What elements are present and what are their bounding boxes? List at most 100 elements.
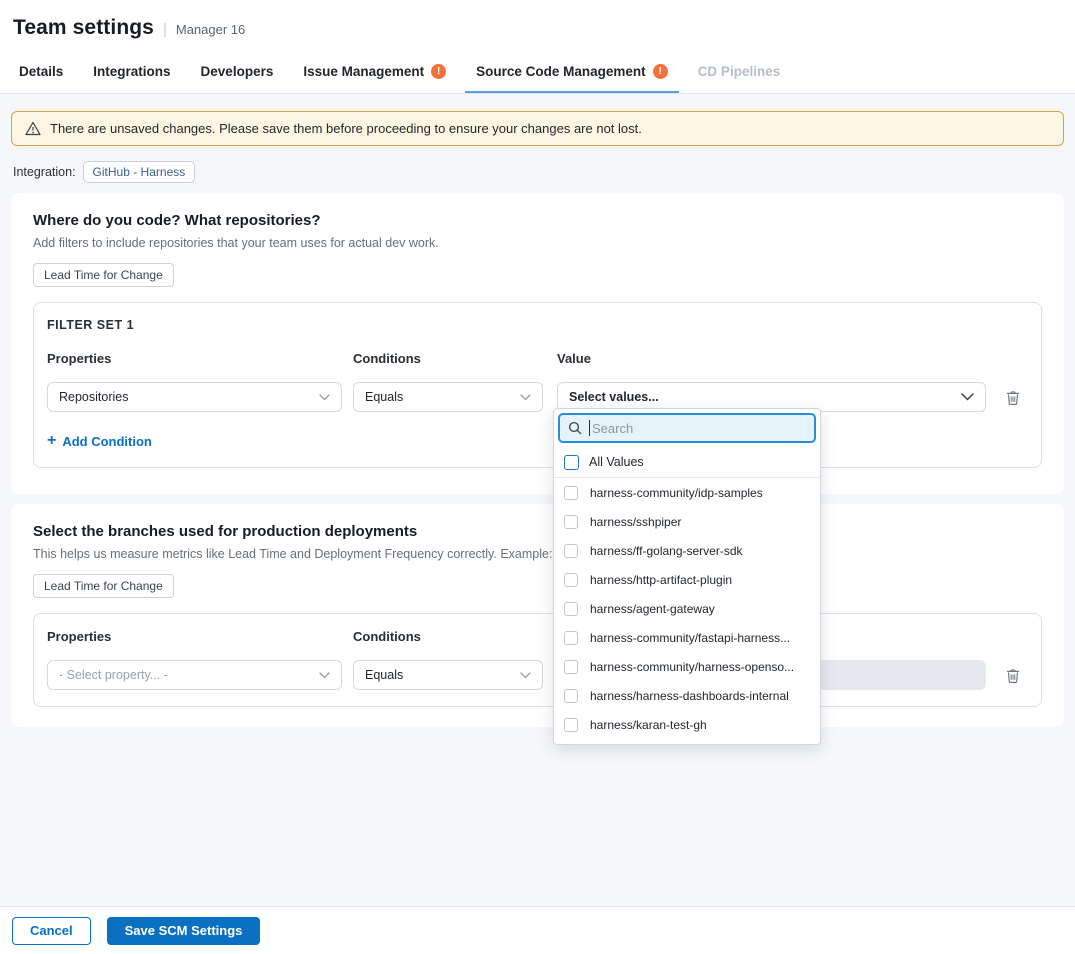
team-name-label: Manager 16 [176,22,245,37]
chevron-down-icon [520,672,531,679]
tab-label: CD Pipelines [698,64,781,79]
repo-option-label: harness-community/harness-openso... [590,660,794,674]
repo-option[interactable]: harness/http-artifact-plugin [554,565,820,594]
tab-bar: Details Integrations Developers Issue Ma… [0,52,1075,94]
page-title: Team settings [13,16,154,40]
condition-select[interactable]: Equals [353,660,543,690]
repo-option-clipped[interactable]: harness/… [554,739,820,745]
delete-filter-button[interactable] [1005,667,1021,684]
repo-option[interactable]: harness/karan-test-gh [554,710,820,739]
checkbox-icon[interactable] [564,544,578,558]
value-select-placeholder: Select values... [569,390,659,404]
dropdown-search-box[interactable] [558,413,816,443]
chevron-down-icon [961,393,974,401]
repositories-card: Where do you code? What repositories? Ad… [11,193,1064,494]
property-select-placeholder: - Select property... - [59,668,168,682]
value-dropdown-popup: All Values harness-community/idp-samples… [553,408,821,745]
repo-option-label: harness/harness-dashboards-internal [590,689,789,703]
chevron-down-icon [319,394,330,401]
conditions-header: Conditions [353,629,543,644]
properties-header: Properties [47,629,342,644]
trash-icon [1005,389,1021,406]
checkbox-icon[interactable] [564,486,578,500]
tab-label: Issue Management [303,64,424,79]
repo-option-label: harness-community/idp-samples [590,486,763,500]
search-icon [568,421,582,435]
repo-option[interactable]: harness-community/fastapi-harness... [554,623,820,652]
properties-header: Properties [47,351,342,366]
repositories-card-title: Where do you code? What repositories? [33,212,1042,229]
condition-select[interactable]: Equals [353,382,543,412]
checkbox-icon[interactable] [564,718,578,732]
trash-icon [1005,667,1021,684]
tab-developers[interactable]: Developers [190,52,285,93]
lead-time-tag: Lead Time for Change [33,574,174,598]
condition-select-value: Equals [365,390,403,404]
repo-option-label: harness/http-artifact-plugin [590,573,732,587]
tab-source-code-management[interactable]: Source Code Management ! [465,52,679,93]
tab-issue-management[interactable]: Issue Management ! [292,52,457,93]
checkbox-icon[interactable] [564,631,578,645]
repo-option[interactable]: harness-community/idp-samples [554,478,820,507]
condition-select-value: Equals [365,668,403,682]
checkbox-icon[interactable] [564,455,579,470]
cancel-button[interactable]: Cancel [12,917,91,945]
filter-set-title: FILTER SET 1 [47,318,1028,332]
tab-cd-pipelines: CD Pipelines [687,52,792,93]
repo-option-label: harness/agent-gateway [590,602,715,616]
filter-headers-row: Properties Conditions Value [47,351,1028,382]
footer-action-bar: Cancel Save SCM Settings [0,906,1075,954]
unsaved-changes-banner: There are unsaved changes. Please save t… [11,111,1064,146]
repo-option[interactable]: harness/harness-dashboards-internal [554,681,820,710]
repo-option[interactable]: harness-community/harness-openso... [554,652,820,681]
property-select[interactable]: - Select property... - [47,660,342,690]
exclamation-badge-icon: ! [653,64,668,79]
lead-time-tag: Lead Time for Change [33,263,174,287]
filter-row: Repositories Equals Select values... [47,382,1028,412]
all-values-option[interactable]: All Values [554,447,820,478]
checkbox-icon[interactable] [564,689,578,703]
tab-label: Integrations [93,64,170,79]
repo-option-label: harness/ff-golang-server-sdk [590,544,743,558]
checkbox-icon[interactable] [564,660,578,674]
all-values-label: All Values [589,455,644,469]
integration-row: Integration: GitHub - Harness [13,161,1062,183]
repo-option[interactable]: harness/sshpiper [554,507,820,536]
tab-integrations[interactable]: Integrations [82,52,181,93]
save-scm-settings-button[interactable]: Save SCM Settings [107,917,261,945]
property-select[interactable]: Repositories [47,382,342,412]
add-condition-button[interactable]: + Add Condition [47,433,152,449]
repositories-card-subtitle: Add filters to include repositories that… [33,236,1042,250]
branches-card: Select the branches used for production … [11,504,1064,727]
filter-set-1: FILTER SET 1 Properties Conditions Value… [33,302,1042,468]
tab-label: Developers [201,64,274,79]
branches-card-title: Select the branches used for production … [33,523,1042,540]
repo-option-label: harness-community/fastapi-harness... [590,631,790,645]
integration-chip[interactable]: GitHub - Harness [83,161,196,183]
warning-triangle-icon [25,121,41,136]
delete-filter-button[interactable] [1005,389,1021,406]
repo-option[interactable]: harness/agent-gateway [554,594,820,623]
banner-text: There are unsaved changes. Please save t… [50,121,642,136]
checkbox-icon[interactable] [564,515,578,529]
checkbox-icon[interactable] [564,573,578,587]
branches-card-subtitle: This helps us measure metrics like Lead … [33,547,1042,561]
team-settings-page: Team settings | Manager 16 Details Integ… [0,0,1075,954]
chevron-down-icon [319,672,330,679]
text-cursor [589,420,590,436]
tab-details[interactable]: Details [8,52,74,93]
page-header: Team settings | Manager 16 [0,0,1075,52]
conditions-header: Conditions [353,351,543,366]
branches-filter-set: Properties Conditions Value - Select pro… [33,613,1042,707]
repo-option-label: harness/sshpiper [590,515,681,529]
exclamation-badge-icon: ! [431,64,446,79]
repo-option-label: harness/karan-test-gh [590,718,707,732]
search-input[interactable] [592,421,782,436]
property-select-value: Repositories [59,390,128,404]
chevron-down-icon [520,394,531,401]
filter-headers-row: Properties Conditions Value [47,629,1028,660]
add-condition-label: Add Condition [62,434,152,449]
repo-option[interactable]: harness/ff-golang-server-sdk [554,536,820,565]
title-separator: | [163,21,167,38]
checkbox-icon[interactable] [564,602,578,616]
